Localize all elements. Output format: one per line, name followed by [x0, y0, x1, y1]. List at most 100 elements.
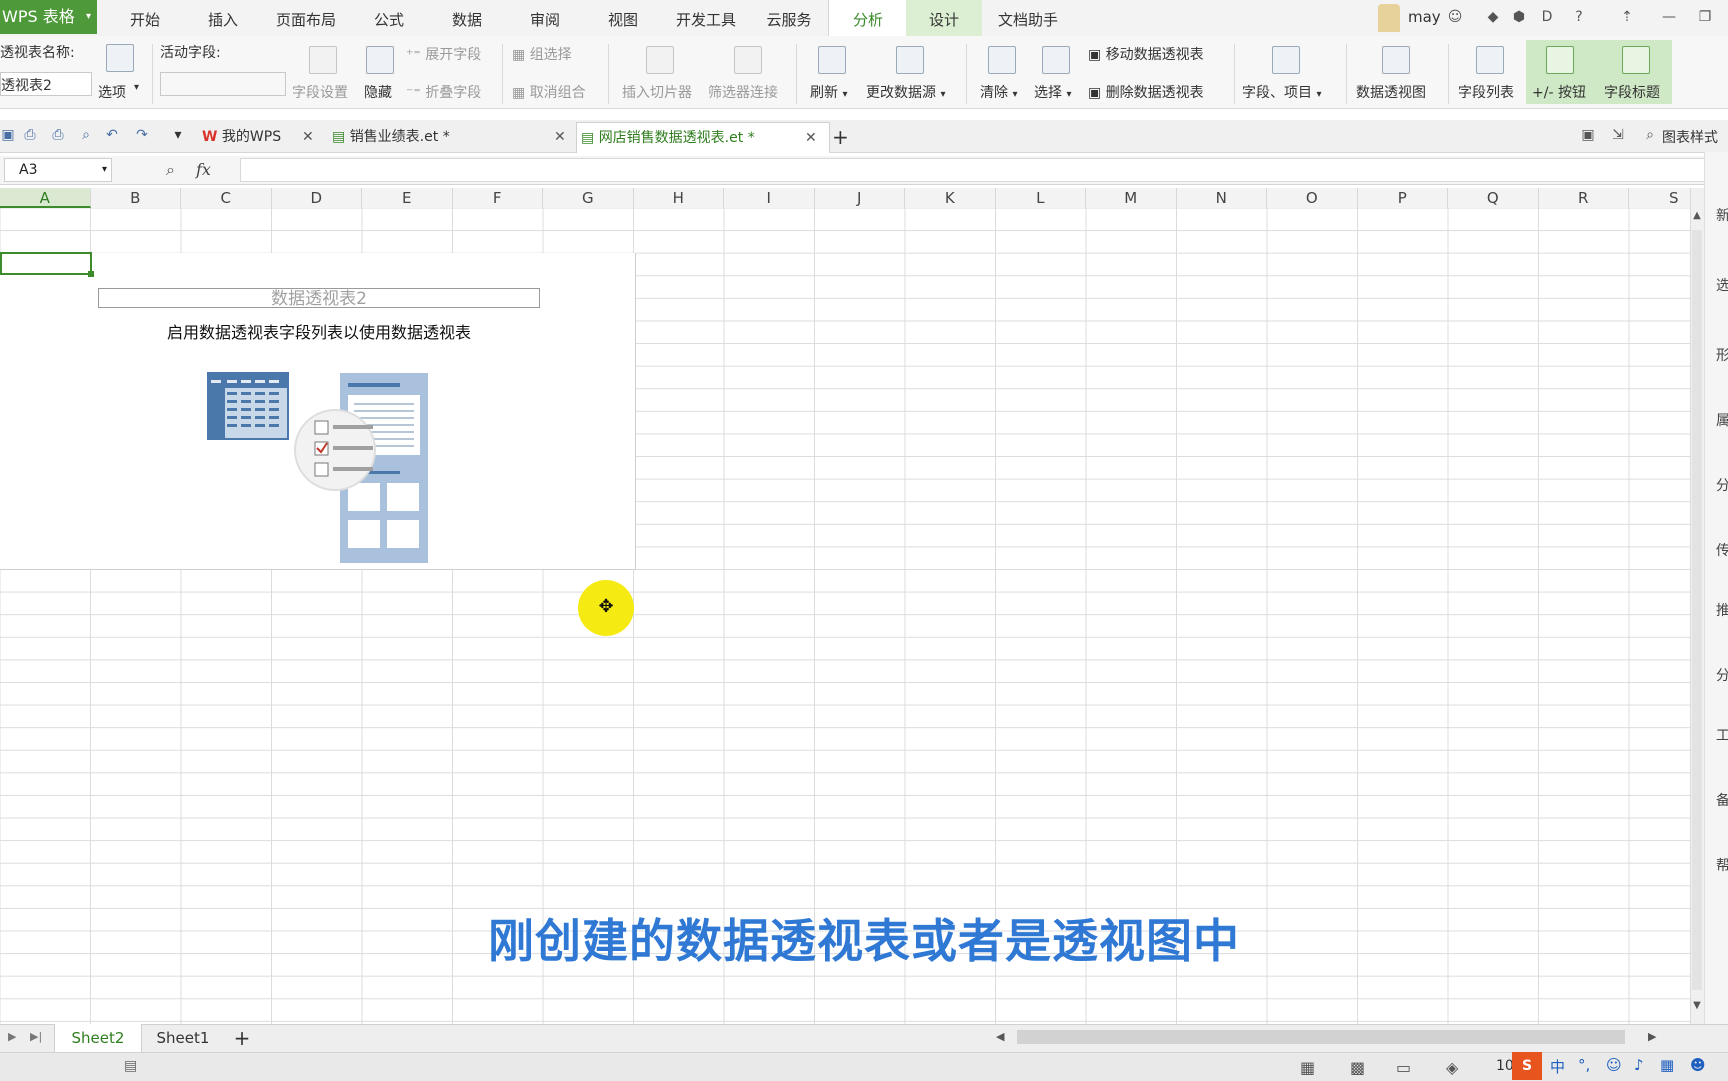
tab-doc-assistant[interactable]: 文档助手: [990, 0, 1066, 36]
skin-icon[interactable]: ◆: [1484, 8, 1502, 26]
sogou-input-icon[interactable]: S: [1512, 1052, 1542, 1080]
change-source-button[interactable]: 更改数据源 ▾: [866, 82, 945, 102]
last-sheet-icon[interactable]: ▶|: [30, 1030, 42, 1043]
pivot-name-input[interactable]: 透视表2: [0, 72, 92, 96]
fill-handle[interactable]: [88, 271, 94, 277]
tab-insert[interactable]: 插入: [196, 0, 250, 36]
hide-button[interactable]: 隐藏: [364, 82, 392, 102]
doc-tab-my-wps[interactable]: W 我的WPS ✕: [198, 122, 324, 152]
move-pivot-button[interactable]: ▣ 移动数据透视表: [1088, 44, 1204, 64]
scroll-down-icon[interactable]: ▼: [1690, 1000, 1704, 1011]
doc-tab-pivot-file[interactable]: ▤ 网店销售数据透视表.et * ✕: [576, 122, 830, 153]
share-icon[interactable]: ⇡: [1618, 8, 1636, 26]
keyboard-icon[interactable]: ▦: [1660, 1056, 1674, 1074]
column-header-c[interactable]: C: [181, 188, 272, 208]
tab-design[interactable]: 设计: [906, 0, 982, 36]
tab-cloud[interactable]: 云服务: [756, 0, 822, 36]
print-icon[interactable]: ⎙: [50, 127, 66, 143]
theme-icon[interactable]: D: [1538, 8, 1556, 26]
vertical-scroll-thumb[interactable]: [1692, 230, 1702, 990]
first-sheet-icon[interactable]: ▶: [8, 1030, 16, 1043]
expand-field-button[interactable]: ⁺⁼ 展开字段: [406, 44, 481, 64]
plus-minus-buttons-button[interactable]: +/- 按钮: [1532, 82, 1586, 102]
side-panel-item[interactable]: 选: [1716, 275, 1728, 295]
page-break-view-icon[interactable]: ▩: [1350, 1058, 1365, 1077]
tab-page-layout[interactable]: 页面布局: [268, 0, 344, 36]
column-header-a[interactable]: A: [0, 188, 91, 208]
name-box[interactable]: A3 ▾: [4, 158, 112, 182]
select-button[interactable]: 选择 ▾: [1034, 82, 1071, 102]
screen-icon[interactable]: ▣: [1580, 127, 1596, 143]
app-menu-button[interactable]: WPS 表格 ▾: [0, 0, 97, 34]
side-panel-item[interactable]: 帮: [1716, 855, 1728, 875]
pin-icon[interactable]: ⇲: [1610, 127, 1626, 143]
side-panel-item[interactable]: 分: [1716, 475, 1728, 495]
undo-icon[interactable]: ↶: [104, 127, 120, 143]
emoji-icon[interactable]: ☺: [1606, 1056, 1622, 1074]
close-icon[interactable]: ✕: [805, 123, 817, 153]
options-button[interactable]: 选项: [98, 82, 126, 102]
column-header-r[interactable]: R: [1539, 188, 1629, 208]
scroll-left-icon[interactable]: ◀: [996, 1030, 1004, 1043]
side-panel-item[interactable]: 形: [1716, 345, 1728, 365]
chevron-down-icon[interactable]: ▾: [170, 127, 186, 143]
tab-review[interactable]: 审阅: [518, 0, 572, 36]
scroll-up-icon[interactable]: ▲: [1690, 210, 1704, 221]
save-icon[interactable]: ▣: [0, 127, 16, 143]
user-icon[interactable]: ☻: [1690, 1056, 1706, 1074]
side-panel-item[interactable]: 推: [1716, 600, 1728, 620]
print-preview-icon[interactable]: ⌕: [78, 127, 94, 143]
close-icon[interactable]: ✕: [302, 122, 314, 152]
export-icon[interactable]: ⎙: [22, 127, 38, 143]
reading-mode-icon[interactable]: ◈: [1446, 1058, 1458, 1077]
new-tab-plus-icon[interactable]: +: [832, 122, 852, 152]
column-header-l[interactable]: L: [996, 188, 1086, 208]
doc-tab-sales-performance[interactable]: ▤ 销售业绩表.et * ✕: [328, 122, 572, 152]
search-icon[interactable]: ⌕: [1642, 127, 1658, 143]
face-icon[interactable]: ☺: [1446, 8, 1464, 26]
field-list-button[interactable]: 字段列表: [1458, 82, 1514, 102]
side-panel-item[interactable]: 分: [1716, 665, 1728, 685]
column-header-f[interactable]: F: [453, 188, 543, 208]
side-panel-item[interactable]: 属: [1716, 410, 1728, 430]
microphone-icon[interactable]: ♪: [1634, 1056, 1644, 1074]
column-header-h[interactable]: H: [634, 188, 724, 208]
pivot-chart-button[interactable]: 数据透视图: [1356, 82, 1426, 102]
sheet-tab-sheet1[interactable]: Sheet1: [140, 1024, 226, 1052]
punctuation-icon[interactable]: °,: [1578, 1056, 1590, 1074]
normal-view-icon[interactable]: ▦: [1300, 1058, 1315, 1077]
ime-chinese-icon[interactable]: 中: [1550, 1056, 1565, 1077]
horizontal-scroll-thumb[interactable]: [1017, 1030, 1625, 1044]
zoom-lookup-icon[interactable]: ⌕: [166, 160, 175, 180]
column-header-j[interactable]: J: [815, 188, 905, 208]
fx-label[interactable]: fx: [196, 160, 211, 179]
restore-icon[interactable]: ❐: [1696, 8, 1714, 26]
refresh-button[interactable]: 刷新 ▾: [810, 82, 847, 102]
side-panel-item[interactable]: 新: [1716, 205, 1728, 225]
side-panel-item[interactable]: 传: [1716, 540, 1728, 560]
help-icon[interactable]: ?: [1570, 8, 1588, 26]
delete-pivot-button[interactable]: ▣ 删除数据透视表: [1088, 82, 1204, 102]
side-panel-item[interactable]: 工: [1716, 725, 1728, 745]
tab-analyze[interactable]: 分析: [828, 0, 908, 37]
redo-icon[interactable]: ↷: [134, 127, 150, 143]
tab-data[interactable]: 数据: [440, 0, 494, 36]
fields-items-button[interactable]: 字段、项目 ▾: [1242, 82, 1321, 102]
settings-icon[interactable]: ⬢: [1510, 8, 1528, 26]
scroll-right-icon[interactable]: ▶: [1648, 1030, 1656, 1043]
column-header-o[interactable]: O: [1267, 188, 1358, 208]
page-layout-view-icon[interactable]: ▭: [1396, 1058, 1411, 1077]
tab-developer[interactable]: 开发工具: [668, 0, 744, 36]
chart-style-button[interactable]: 图表样式: [1662, 127, 1718, 147]
tab-formulas[interactable]: 公式: [362, 0, 416, 36]
column-header-e[interactable]: E: [362, 188, 453, 208]
column-header-n[interactable]: N: [1177, 188, 1267, 208]
column-header-m[interactable]: M: [1086, 188, 1177, 208]
active-field-input[interactable]: [160, 72, 286, 96]
group-selection-button[interactable]: ▦ 组选择: [512, 44, 572, 64]
column-header-d[interactable]: D: [272, 188, 362, 208]
account-name[interactable]: may: [1408, 8, 1441, 26]
column-header-g[interactable]: G: [543, 188, 634, 208]
field-headers-button[interactable]: 字段标题: [1604, 82, 1660, 102]
minimize-icon[interactable]: —: [1660, 8, 1678, 26]
